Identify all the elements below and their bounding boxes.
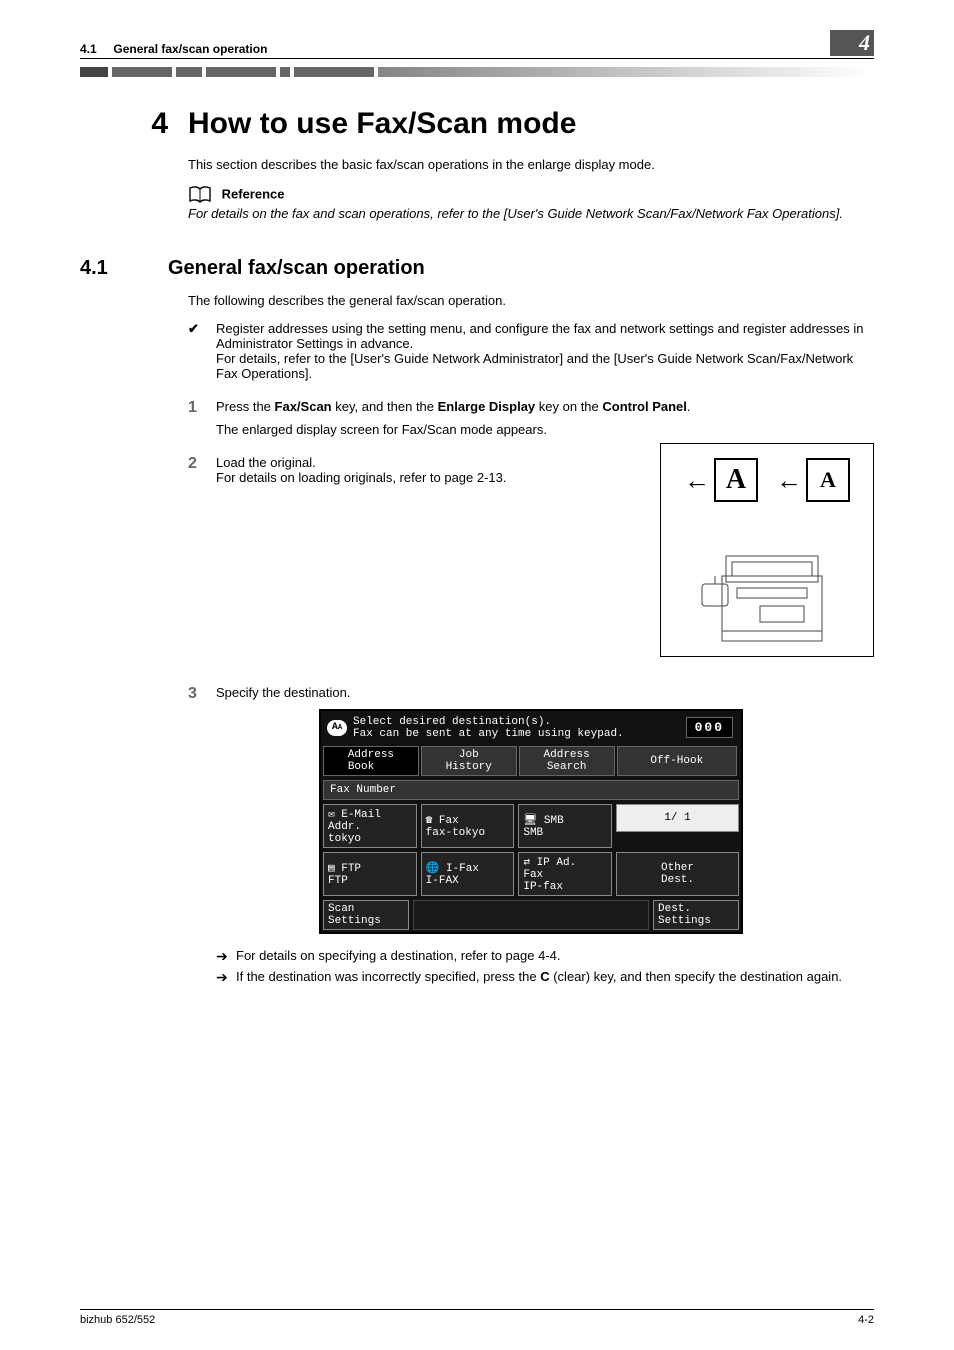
server-icon: ▤ bbox=[328, 863, 335, 875]
left-arrow-icon: ← bbox=[684, 465, 710, 496]
step3-bullet-2: If the destination was incorrectly speci… bbox=[236, 969, 874, 986]
running-header: 4.1 General fax/scan operation 4 bbox=[80, 30, 874, 59]
ip-icon: ⇄ bbox=[523, 857, 530, 869]
section-number: 4.1 bbox=[80, 257, 168, 280]
chapter-title: 4 How to use Fax/Scan mode bbox=[80, 107, 874, 141]
a-glyph-small: A bbox=[806, 458, 850, 502]
section-4-1-title: 4.1 General fax/scan operation bbox=[80, 257, 874, 280]
dest-email-button[interactable]: ✉ E-Mail Addr. tokyo bbox=[323, 804, 417, 848]
screen-msg-2: Fax can be sent at any time using keypad… bbox=[353, 728, 686, 740]
dest-settings-button[interactable]: Dest. Settings bbox=[653, 900, 739, 930]
decorative-stripe bbox=[80, 67, 874, 77]
check-mark-icon: ✔ bbox=[188, 321, 216, 381]
counter-badge: 000 bbox=[686, 717, 733, 738]
printer-illustration-icon bbox=[692, 526, 842, 646]
step-1-note: The enlarged display screen for Fax/Scan… bbox=[216, 422, 874, 437]
step-3-number: 3 bbox=[188, 685, 216, 703]
header-section-number: 4.1 bbox=[80, 42, 97, 56]
load-original-figure: ← A ← A bbox=[660, 443, 874, 657]
mail-icon: ✉ bbox=[328, 809, 335, 821]
step-2-line-2: For details on loading originals, refer … bbox=[216, 470, 640, 485]
reference-label: Reference bbox=[222, 186, 285, 201]
dest-fax-button[interactable]: ☎ Fax fax-tokyo bbox=[421, 804, 515, 848]
prereq-line-2: For details, refer to the [User's Guide … bbox=[216, 351, 874, 381]
page-indicator: 1/ 1 bbox=[616, 804, 739, 832]
step-1-text: Press the Fax/Scan key, and then the Enl… bbox=[216, 399, 874, 414]
page-footer: bizhub 652/552 4-2 bbox=[80, 1309, 874, 1326]
chapter-title-text: How to use Fax/Scan mode bbox=[188, 107, 576, 141]
other-dest-button[interactable]: Other Dest. bbox=[616, 852, 739, 896]
dest-ipfax-button[interactable]: ⇄ IP Ad. Fax IP-fax bbox=[518, 852, 612, 896]
footer-page-number: 4-2 bbox=[858, 1314, 874, 1326]
chapter-number: 4 bbox=[80, 107, 188, 141]
prereq-line-1: Register addresses using the setting men… bbox=[216, 321, 874, 351]
arrow-bullet-icon: ➔ bbox=[216, 969, 236, 986]
step-2-number: 2 bbox=[188, 455, 216, 485]
tab-job-history[interactable]: Job History bbox=[421, 746, 517, 776]
section-title-text: General fax/scan operation bbox=[168, 257, 425, 280]
arrow-bullet-icon: ➔ bbox=[216, 948, 236, 965]
left-arrow-icon: ← bbox=[776, 465, 802, 496]
device-screen-panel: AA Select desired destination(s). Fax ca… bbox=[319, 709, 743, 934]
tab-address-book[interactable]: Address Book bbox=[323, 746, 419, 776]
intro-text: This section describes the basic fax/sca… bbox=[188, 157, 874, 172]
dest-ftp-button[interactable]: ▤ FTP FTP bbox=[323, 852, 417, 896]
reference-text: For details on the fax and scan operatio… bbox=[188, 206, 874, 221]
footer-model: bizhub 652/552 bbox=[80, 1314, 155, 1326]
screen-msg-1: Select desired destination(s). bbox=[353, 716, 686, 728]
off-hook-button[interactable]: Off-Hook bbox=[617, 746, 737, 776]
chapter-badge: 4 bbox=[830, 30, 874, 56]
enlarge-mode-icon: AA bbox=[327, 720, 347, 736]
dest-smb-button[interactable]: 🖥 SMB SMB bbox=[518, 804, 612, 848]
section-lead: The following describes the general fax/… bbox=[188, 293, 874, 308]
scan-settings-button[interactable]: Scan Settings bbox=[323, 900, 409, 930]
step-2-line-1: Load the original. bbox=[216, 455, 640, 470]
fax-number-bar: Fax Number bbox=[323, 780, 739, 800]
phone-icon: ☎ bbox=[426, 815, 433, 827]
header-section-title: General fax/scan operation bbox=[113, 42, 267, 56]
dest-ifax-button[interactable]: 🌐 I-Fax I-FAX bbox=[421, 852, 515, 896]
tab-address-search[interactable]: Address Search bbox=[519, 746, 615, 776]
pc-icon: 🖥 bbox=[523, 815, 537, 827]
globe-icon: 🌐 bbox=[426, 863, 440, 875]
step-1-number: 1 bbox=[188, 399, 216, 437]
a-glyph-large: A bbox=[714, 458, 758, 502]
step-3-text: Specify the destination. bbox=[216, 685, 874, 700]
step3-bullet-1: For details on specifying a destination,… bbox=[236, 948, 874, 965]
book-icon bbox=[188, 186, 212, 204]
